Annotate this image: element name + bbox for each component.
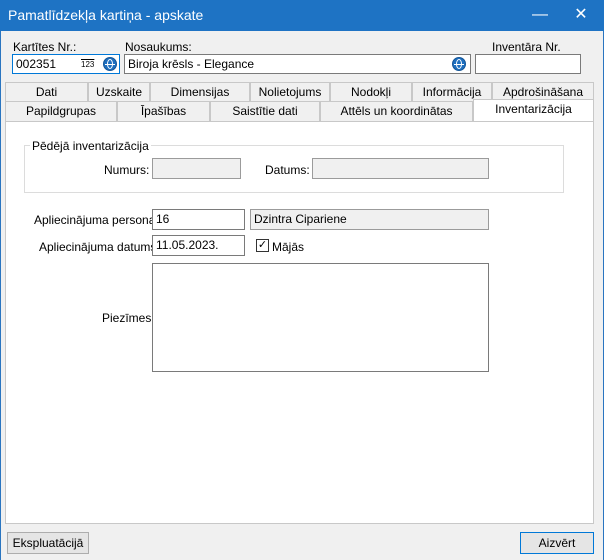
- tab-uzskaite[interactable]: Uzskaite: [88, 82, 150, 101]
- card-no-value: 002351: [16, 57, 57, 71]
- title-bar: Pamatlīdzekļa kartiņa - apskate — ✕: [0, 0, 604, 31]
- confirm-person-name-field: Dzintra Cipariene: [250, 209, 489, 230]
- confirm-person-code-value: 16: [156, 212, 170, 226]
- name-field[interactable]: Biroja krēsls - Elegance: [124, 54, 471, 74]
- name-value: Biroja krēsls - Elegance: [128, 57, 255, 71]
- tab-inventarizacija[interactable]: Inventarizācija: [473, 99, 594, 121]
- at-home-label: Mājās: [272, 240, 305, 254]
- notes-label: Piezīmes:: [102, 311, 155, 325]
- notes-textarea[interactable]: [152, 263, 489, 372]
- inventory-date-label: Datums:: [265, 163, 310, 177]
- window-border-left: [0, 31, 1, 560]
- minimize-button[interactable]: —: [526, 4, 554, 26]
- confirm-person-name-value: Dzintra Cipariene: [254, 212, 347, 226]
- confirm-date-label: Apliecinājuma datums:: [39, 240, 160, 254]
- tab-nodokli[interactable]: Nodokļi: [330, 82, 412, 101]
- tab-ipasibas[interactable]: Īpašības: [117, 101, 210, 121]
- last-inventory-title: Pēdējā inventarizācija: [30, 139, 151, 153]
- inventory-date-field: [312, 158, 489, 179]
- confirm-person-label: Apliecinājuma persona:: [34, 213, 159, 227]
- window-title: Pamatlīdzekļa kartiņa - apskate: [8, 7, 204, 23]
- close-button[interactable]: Aizvērt: [520, 532, 594, 554]
- tab-saistitie-dati[interactable]: Saistītie dati: [210, 101, 320, 121]
- at-home-checkbox[interactable]: ✓: [256, 239, 269, 252]
- tab-nolietojums[interactable]: Nolietojums: [250, 82, 330, 101]
- tab-dimensijas[interactable]: Dimensijas: [150, 82, 250, 101]
- inventory-no-field[interactable]: [475, 54, 581, 74]
- card-no-label: Kartītes Nr.:: [13, 40, 77, 54]
- tab-dati[interactable]: Dati: [5, 82, 88, 101]
- inventory-number-label: Numurs:: [104, 163, 150, 177]
- confirm-date-field[interactable]: 11.05.2023.: [152, 235, 245, 256]
- tab-attels-un-koordinatas[interactable]: Attēls un koordinātas: [320, 101, 473, 121]
- confirm-person-code-field[interactable]: 16: [152, 209, 245, 230]
- name-globe-icon[interactable]: [452, 57, 466, 71]
- close-window-button[interactable]: ✕: [567, 4, 595, 26]
- name-label: Nosaukums:: [125, 40, 192, 54]
- confirm-date-value: 11.05.2023.: [156, 238, 219, 252]
- inventory-no-label: Inventāra Nr.: [492, 40, 561, 54]
- numbering-icon[interactable]: 123: [81, 60, 94, 69]
- tab-papildgrupas[interactable]: Papildgrupas: [5, 101, 117, 121]
- inventory-number-field: [152, 158, 241, 179]
- exploitation-button[interactable]: Ekspluatācijā: [7, 532, 89, 554]
- globe-icon[interactable]: [103, 57, 117, 71]
